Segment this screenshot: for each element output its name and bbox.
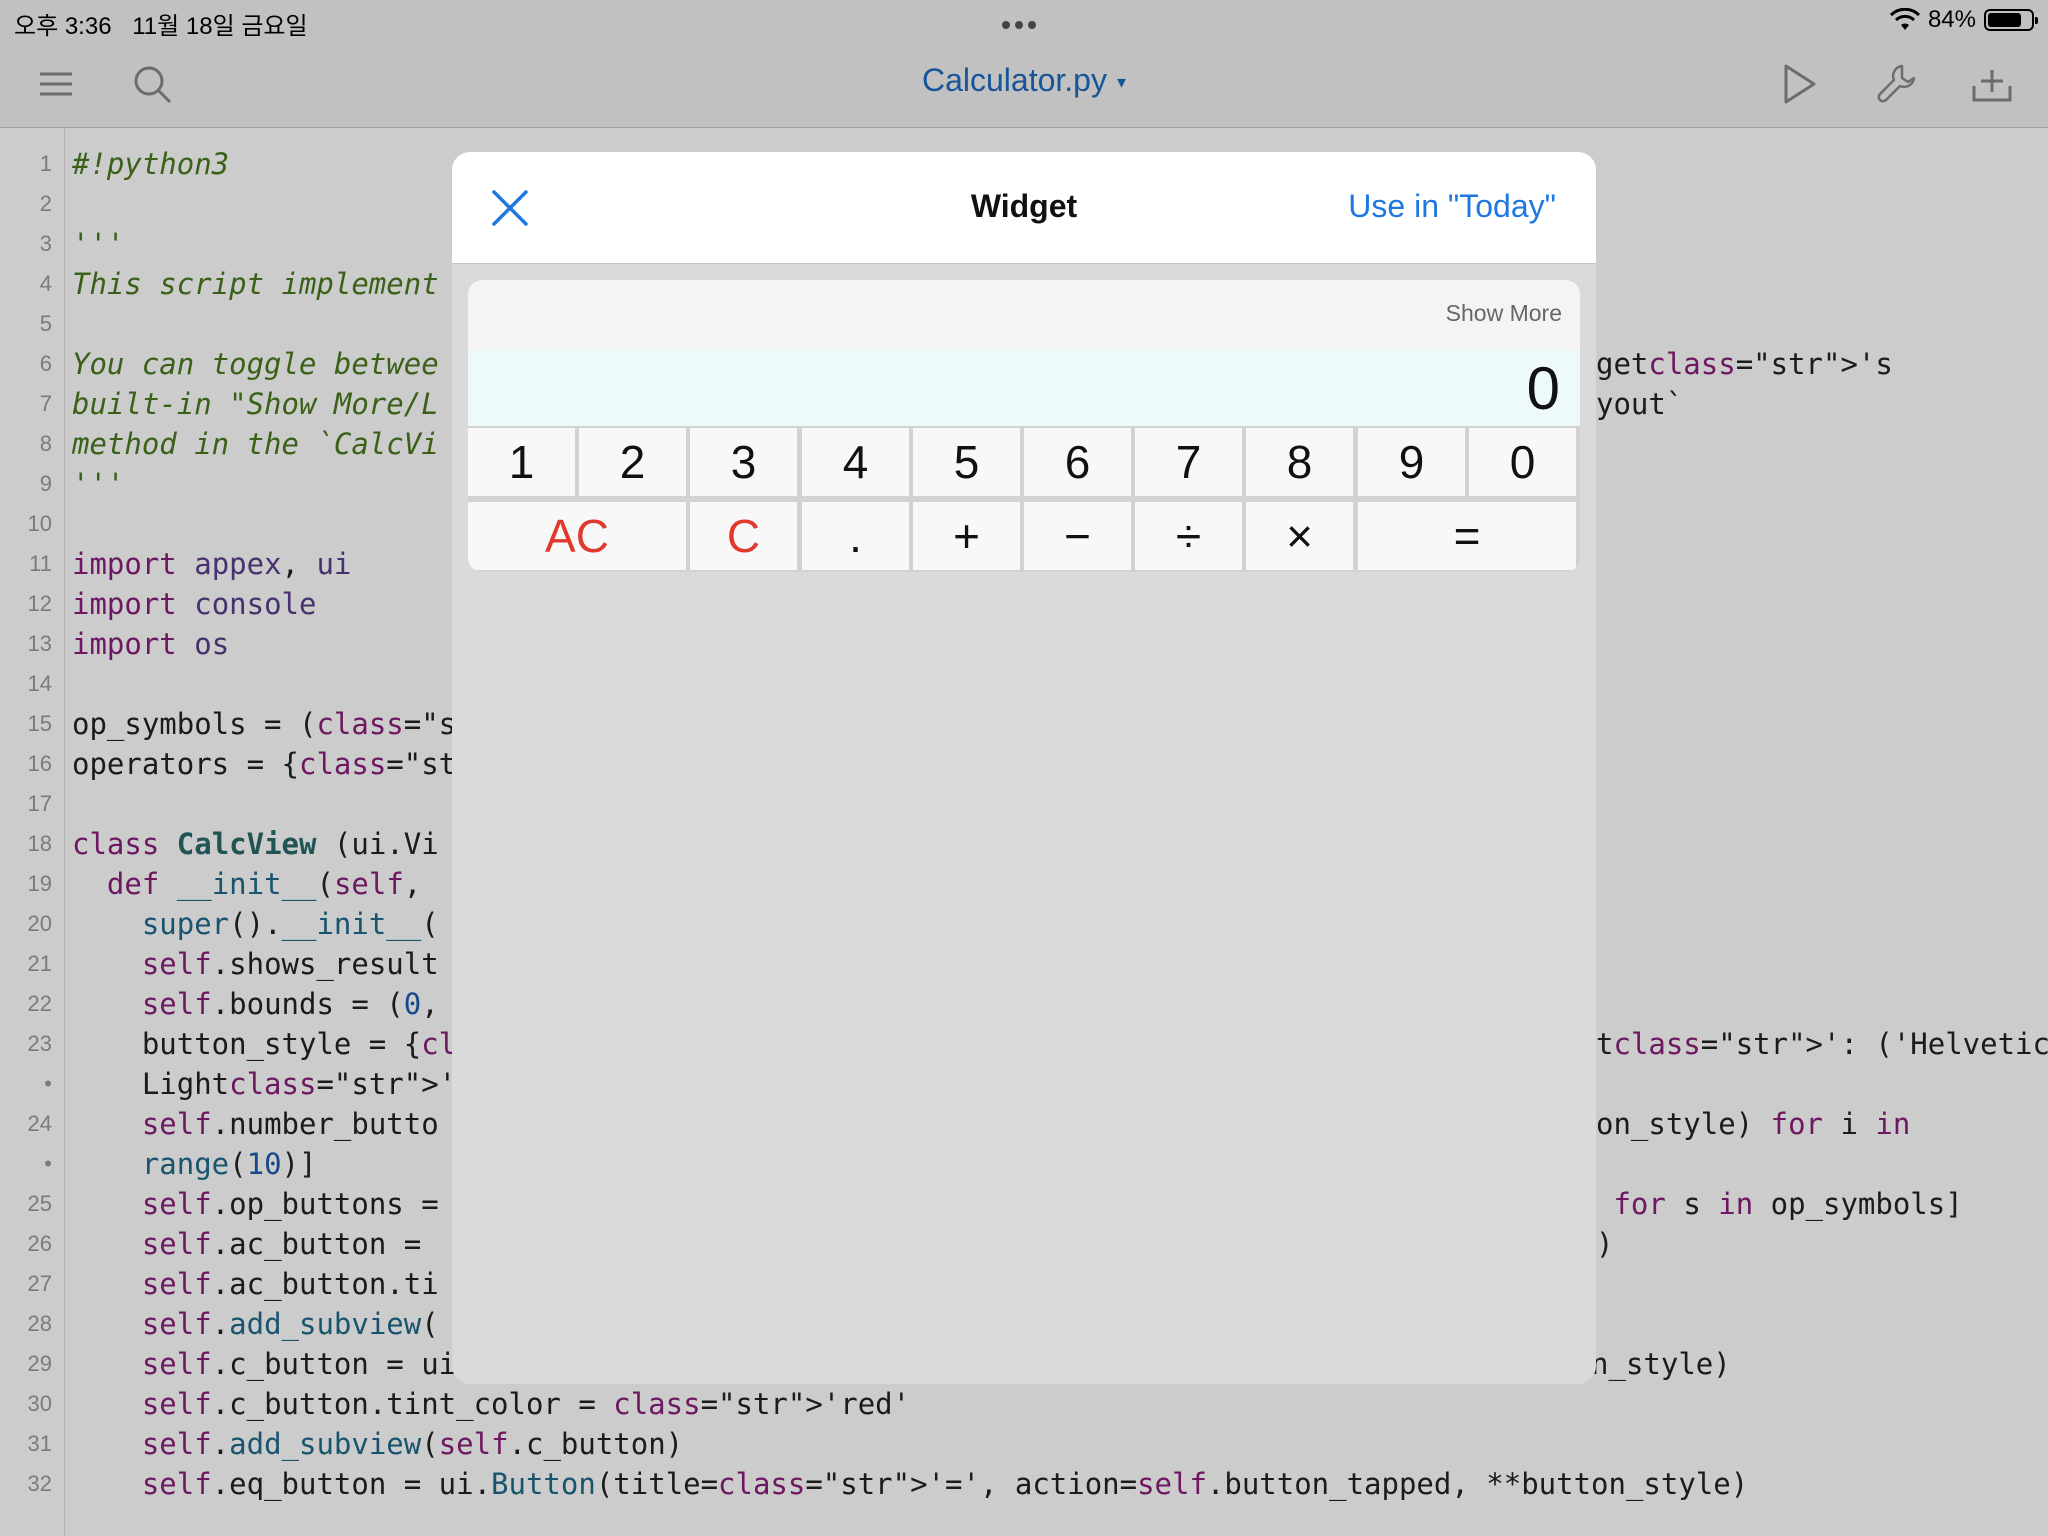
modal-header: Widget Use in "Today" (452, 152, 1596, 264)
app-root: { "status_bar": { "time": "오후 3:36", "da… (0, 0, 2048, 1536)
widget-header: Show More (468, 280, 1580, 350)
key-op-1[interactable]: C (690, 502, 797, 570)
key-8[interactable]: 8 (1246, 428, 1353, 496)
key-2[interactable]: 2 (579, 428, 686, 496)
key-9[interactable]: 9 (1358, 428, 1465, 496)
calculator-display: 0 (468, 350, 1580, 426)
key-op-3[interactable]: + (913, 502, 1020, 570)
key-op-7[interactable]: = (1358, 502, 1576, 570)
key-4[interactable]: 4 (802, 428, 909, 496)
key-1[interactable]: 1 (468, 428, 575, 496)
key-6[interactable]: 6 (1024, 428, 1131, 496)
key-op-5[interactable]: ÷ (1135, 502, 1242, 570)
key-op-2[interactable]: . (802, 502, 909, 570)
key-3[interactable]: 3 (690, 428, 797, 496)
key-op-0[interactable]: AC (468, 502, 686, 570)
key-0[interactable]: 0 (1469, 428, 1576, 496)
calculator-widget: Show More 0 1 2 3 4 5 6 7 8 9 0 AC C. + − ÷ × = (468, 280, 1580, 572)
key-op-4[interactable]: − (1024, 502, 1131, 570)
show-more-button[interactable]: Show More (1446, 300, 1562, 327)
display-value: 0 (1526, 355, 1560, 422)
key-op-6[interactable]: × (1246, 502, 1353, 570)
key-5[interactable]: 5 (913, 428, 1020, 496)
use-in-today-button[interactable]: Use in "Today" (1348, 188, 1556, 225)
widget-modal: Widget Use in "Today" Show More 0 123456… (452, 152, 1596, 1384)
key-7[interactable]: 7 (1135, 428, 1242, 496)
